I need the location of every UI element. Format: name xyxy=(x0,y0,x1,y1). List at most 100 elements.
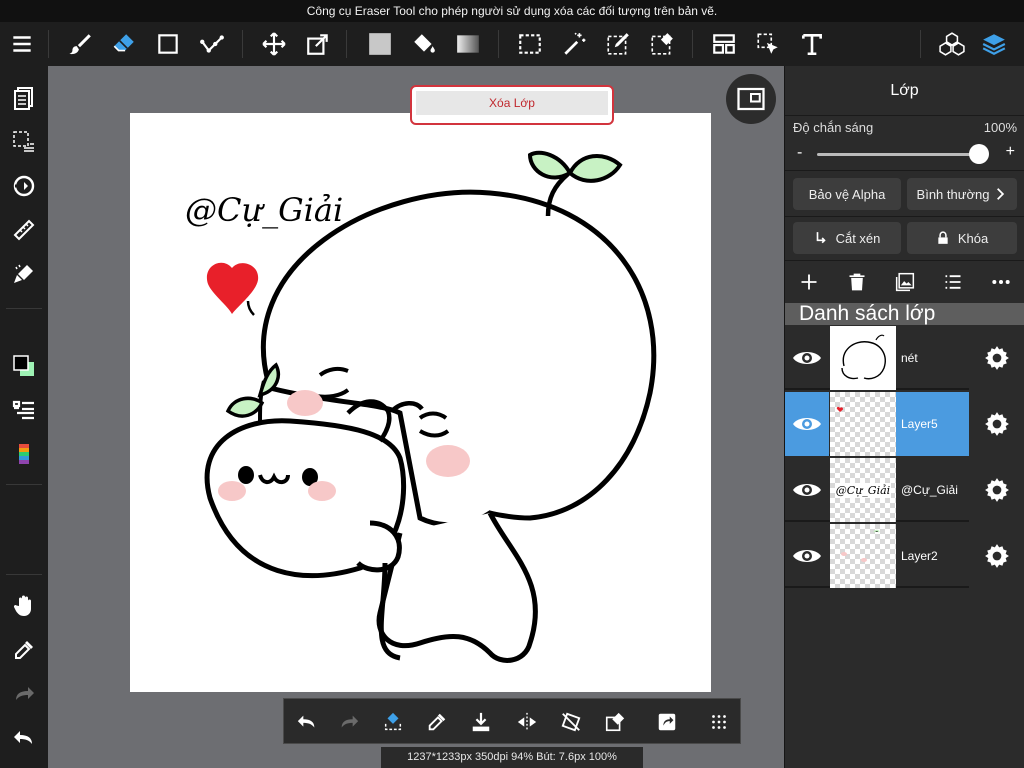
color-swatch[interactable] xyxy=(0,346,48,386)
layer-actions xyxy=(785,262,1024,302)
opacity-slider[interactable]: - + xyxy=(793,143,1017,164)
layer-thumbnail: @Cự_Giải xyxy=(830,458,896,522)
canvas-workarea[interactable]: @Cự_Giải Xóa Lớp xyxy=(48,66,784,768)
layer-image-icon[interactable] xyxy=(881,262,929,302)
clipping-button[interactable]: Cắt xén xyxy=(793,222,901,254)
undo-icon[interactable] xyxy=(0,718,48,758)
chevron-right-icon xyxy=(997,188,1005,200)
bucket-icon[interactable] xyxy=(404,22,444,66)
magic-wand-icon[interactable] xyxy=(554,22,594,66)
eye-icon[interactable] xyxy=(785,524,829,588)
import-icon[interactable] xyxy=(460,699,502,745)
select-eraser-icon[interactable] xyxy=(642,22,682,66)
toolbar-divider xyxy=(498,30,499,58)
undo-icon[interactable] xyxy=(286,699,328,745)
protect-alpha-button[interactable]: Bảo vệ Alpha xyxy=(793,178,901,210)
lock-icon xyxy=(938,231,948,244)
blend-mode-label: Bình thường xyxy=(916,186,990,202)
layer-thumbnail xyxy=(830,392,896,456)
left-divider xyxy=(6,484,42,485)
layer-panel: Lớp Độ chắn sáng 100% - + Bảo vệ Alpha B… xyxy=(784,66,1024,768)
color-palette-icon[interactable] xyxy=(0,434,48,474)
gradient-icon[interactable] xyxy=(448,22,488,66)
select-rect-icon[interactable] xyxy=(510,22,550,66)
opacity-label: Độ chắn sáng xyxy=(793,120,874,135)
rotate-view-icon[interactable] xyxy=(0,166,48,206)
slider-knob[interactable] xyxy=(969,144,989,164)
clipping-label: Cắt xén xyxy=(835,230,881,246)
opacity-increase-button[interactable]: + xyxy=(1006,143,1015,161)
canvas-watermark-text: @Cự_Giải xyxy=(185,191,344,229)
tool-hint-bar: Công cụ Eraser Tool cho phép người sử dụ… xyxy=(0,0,1024,22)
navigator-icon xyxy=(737,87,765,111)
gear-icon[interactable] xyxy=(969,392,1024,456)
blend-mode-button[interactable]: Bình thường xyxy=(907,178,1017,210)
gear-icon[interactable] xyxy=(969,326,1024,390)
layer-row[interactable]: Layer2 xyxy=(785,524,1024,588)
more-icon[interactable] xyxy=(977,262,1024,302)
select-cursor-icon[interactable] xyxy=(748,22,788,66)
filter-pen-icon[interactable] xyxy=(0,254,48,294)
eye-icon[interactable] xyxy=(785,326,829,390)
layer-row[interactable]: nét xyxy=(785,326,1024,390)
trash-icon[interactable] xyxy=(833,262,881,302)
panel-divider xyxy=(785,260,1024,261)
delete-layer-label: Xóa Lớp xyxy=(416,91,608,115)
clip-arrow-icon xyxy=(816,232,826,244)
fill-rect-icon[interactable] xyxy=(360,22,400,66)
redo-icon[interactable] xyxy=(0,674,48,714)
gear-icon[interactable] xyxy=(969,524,1024,588)
menu-icon[interactable] xyxy=(2,22,42,66)
select-pen-icon[interactable] xyxy=(598,22,638,66)
toolbar-divider xyxy=(48,30,49,58)
slider-track[interactable] xyxy=(817,153,985,156)
heart-shape xyxy=(206,262,259,314)
layers-icon[interactable] xyxy=(974,22,1014,66)
redo-icon[interactable] xyxy=(328,699,370,745)
layout-icon[interactable] xyxy=(704,22,744,66)
layer-list-header: Danh sách lớp xyxy=(785,303,1024,325)
share-icon[interactable] xyxy=(646,699,688,745)
materials-icon[interactable] xyxy=(932,22,972,66)
rotate-reset-icon[interactable] xyxy=(550,699,592,745)
clear-icon[interactable] xyxy=(594,699,636,745)
correction-icon[interactable] xyxy=(192,22,232,66)
eyedropper-icon[interactable] xyxy=(0,630,48,670)
selection-layer-icon[interactable] xyxy=(0,122,48,162)
grid-dots-icon[interactable] xyxy=(698,699,740,745)
eraser-icon[interactable] xyxy=(104,22,144,66)
opacity-decrease-button[interactable]: - xyxy=(797,144,802,162)
left-divider xyxy=(6,574,42,575)
layer-row[interactable]: @Cự_Giải @Cự_Giải xyxy=(785,458,1024,522)
move-icon[interactable] xyxy=(254,22,294,66)
gear-icon[interactable] xyxy=(969,458,1024,522)
opacity-value: 100% xyxy=(983,120,1017,135)
layer-row-selected[interactable]: Layer5 xyxy=(785,392,1024,456)
layer-thumbnail-text: @Cự_Giải xyxy=(834,482,892,498)
lock-label: Khóa xyxy=(957,230,989,246)
hand-icon[interactable] xyxy=(0,586,48,626)
add-layer-icon[interactable] xyxy=(785,262,833,302)
text-icon[interactable] xyxy=(792,22,832,66)
eye-icon[interactable] xyxy=(785,392,829,456)
brush-icon[interactable] xyxy=(60,22,100,66)
ruler-icon[interactable] xyxy=(0,210,48,250)
transform-icon[interactable] xyxy=(298,22,338,66)
panel-title: Lớp xyxy=(785,66,1024,116)
opacity-row: Độ chắn sáng 100% xyxy=(793,120,1017,135)
toolbar-divider xyxy=(346,30,347,58)
navigator-button[interactable] xyxy=(726,74,776,124)
eraser-transform-icon[interactable] xyxy=(372,699,414,745)
drawing-canvas[interactable]: @Cự_Giải xyxy=(130,113,711,692)
protect-alpha-label: Bảo vệ Alpha xyxy=(808,186,886,202)
eye-icon[interactable] xyxy=(785,458,829,522)
brush-list-icon[interactable] xyxy=(0,390,48,430)
delete-layer-toast[interactable]: Xóa Lớp xyxy=(410,85,614,125)
shape-icon[interactable] xyxy=(148,22,188,66)
lock-button[interactable]: Khóa xyxy=(907,222,1017,254)
layer-thumbnail xyxy=(830,524,896,588)
eyedropper-icon[interactable] xyxy=(416,699,458,745)
pages-icon[interactable] xyxy=(0,78,48,118)
layer-list-icon[interactable] xyxy=(929,262,977,302)
flip-icon[interactable] xyxy=(506,699,548,745)
